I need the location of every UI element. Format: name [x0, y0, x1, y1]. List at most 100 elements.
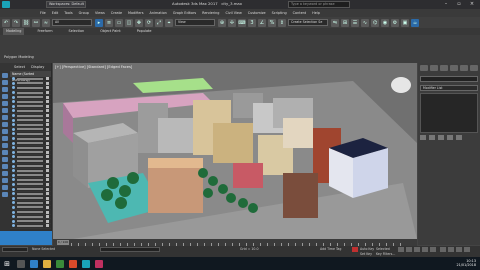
pan-icon[interactable]: [456, 247, 462, 252]
freeze-icon[interactable]: [46, 173, 49, 177]
freeze-icon[interactable]: [46, 155, 49, 159]
freeze-icon[interactable]: [46, 114, 49, 118]
filter-bones-icon[interactable]: [2, 129, 8, 134]
filter-helpers-icon[interactable]: [2, 101, 8, 106]
create-tab-icon[interactable]: [420, 65, 428, 71]
display-none-icon[interactable]: [2, 164, 8, 169]
freeze-icon[interactable]: [46, 137, 49, 141]
visibility-icon[interactable]: [12, 104, 15, 108]
pin-stack-icon[interactable]: [420, 135, 426, 140]
minimize-icon[interactable]: –: [440, 0, 452, 9]
freeze-icon[interactable]: [46, 146, 49, 150]
visibility-icon[interactable]: [12, 173, 15, 177]
visibility-icon[interactable]: [12, 141, 15, 145]
invert-display-icon[interactable]: [2, 171, 8, 176]
freeze-icon[interactable]: [46, 100, 49, 104]
workspace-dropdown[interactable]: Workspaces: Default: [46, 1, 86, 8]
select-manipulate-icon[interactable]: ✢: [228, 18, 236, 27]
visibility-icon[interactable]: [12, 146, 15, 150]
select-by-name-icon[interactable]: ≡: [105, 18, 113, 27]
visibility-icon[interactable]: [12, 155, 15, 159]
freeze-icon[interactable]: [46, 224, 49, 228]
spinner-snap-icon[interactable]: ⇕: [278, 18, 286, 27]
play-icon[interactable]: [414, 247, 420, 252]
menu-group[interactable]: Group: [79, 11, 89, 15]
visibility-icon[interactable]: [12, 215, 15, 219]
filter-lights-icon[interactable]: [2, 87, 8, 92]
search-input[interactable]: Type a keyword or phrase: [288, 1, 350, 8]
find-icon[interactable]: [2, 185, 8, 190]
snap-toggle-icon[interactable]: 3: [248, 18, 256, 27]
place-icon[interactable]: ⌖: [165, 18, 173, 27]
tab-populate[interactable]: Populate: [134, 28, 155, 35]
menu-file[interactable]: File: [40, 11, 46, 15]
align-icon[interactable]: ⊞: [341, 18, 349, 27]
scale-icon[interactable]: ⤢: [155, 18, 163, 27]
freeze-icon[interactable]: [46, 77, 49, 81]
menu-civil-view[interactable]: Civil View: [225, 11, 241, 15]
visibility-icon[interactable]: [12, 224, 15, 228]
visibility-icon[interactable]: [12, 164, 15, 168]
filter-spacewarps-icon[interactable]: [2, 108, 8, 113]
menu-help[interactable]: Help: [312, 11, 320, 15]
bind-spacewarp-icon[interactable]: ≈: [42, 18, 50, 27]
freeze-icon[interactable]: [46, 104, 49, 108]
freeze-icon[interactable]: [46, 109, 49, 113]
undo-icon[interactable]: ↶: [2, 18, 10, 27]
tab-selection[interactable]: Selection: [66, 28, 88, 35]
redo-icon[interactable]: ↷: [12, 18, 20, 27]
layers-icon[interactable]: [2, 192, 8, 197]
utilities-tab-icon[interactable]: [470, 65, 478, 71]
modifier-list-dropdown[interactable]: Modifier List: [420, 85, 478, 91]
filter-cameras-icon[interactable]: [2, 94, 8, 99]
visibility-icon[interactable]: [12, 109, 15, 113]
auto-key-button[interactable]: [352, 247, 358, 252]
polygon-modeling-button[interactable]: Polygon Modeling: [4, 55, 34, 59]
coordinate-fields[interactable]: [100, 247, 160, 252]
freeze-icon[interactable]: [46, 169, 49, 173]
make-unique-icon[interactable]: [438, 135, 444, 140]
list-item[interactable]: [10, 224, 51, 229]
unlink-icon[interactable]: ⚯: [32, 18, 40, 27]
filter-frozen-icon[interactable]: [2, 143, 8, 148]
freeze-icon[interactable]: [46, 210, 49, 214]
angle-snap-icon[interactable]: ∠: [258, 18, 266, 27]
visibility-icon[interactable]: [12, 127, 15, 131]
freeze-icon[interactable]: [46, 123, 49, 127]
menu-customize[interactable]: Customize: [248, 11, 266, 15]
layer-explorer-icon[interactable]: ☰: [351, 18, 359, 27]
windows-start-icon[interactable]: ⊞: [2, 259, 12, 269]
configure-sets-icon[interactable]: [456, 135, 462, 140]
visibility-icon[interactable]: [12, 114, 15, 118]
zoom-icon[interactable]: [440, 247, 446, 252]
move-icon[interactable]: ✥: [135, 18, 143, 27]
maxscript-listener-field[interactable]: [2, 247, 28, 252]
chrome-icon[interactable]: [69, 259, 77, 268]
filter-xrefs-icon[interactable]: [2, 122, 8, 127]
tab-modeling[interactable]: Modeling: [3, 28, 25, 35]
pivot-center-icon[interactable]: ⊕: [218, 18, 226, 27]
object-list[interactable]: Name (Sorted Ascending): [10, 71, 51, 231]
schematic-view-icon[interactable]: ⌬: [371, 18, 379, 27]
motion-tab-icon[interactable]: [450, 65, 458, 71]
previous-frame-icon[interactable]: [406, 247, 412, 252]
store-icon[interactable]: [56, 259, 64, 268]
window-crossing-icon[interactable]: ◫: [125, 18, 133, 27]
freeze-icon[interactable]: [46, 91, 49, 95]
mirror-icon[interactable]: ⇋: [331, 18, 339, 27]
visibility-icon[interactable]: [12, 219, 15, 223]
hierarchy-tab-icon[interactable]: [440, 65, 448, 71]
task-view-icon[interactable]: [17, 259, 25, 268]
maximize-viewport-icon[interactable]: [464, 247, 470, 252]
visibility-icon[interactable]: [12, 159, 15, 163]
percent-snap-icon[interactable]: %: [268, 18, 276, 27]
freeze-icon[interactable]: [46, 132, 49, 136]
modify-tab-icon[interactable]: [430, 65, 438, 71]
visibility-icon[interactable]: [12, 132, 15, 136]
visibility-icon[interactable]: [12, 91, 15, 95]
key-filters-button[interactable]: Key Filters...: [376, 252, 395, 256]
timeline[interactable]: 0 / 100: [53, 239, 417, 246]
viewport-label[interactable]: [+] [Perspective] [Standard] [Edged Face…: [55, 65, 132, 69]
visibility-icon[interactable]: [12, 192, 15, 196]
rotate-icon[interactable]: ⟳: [145, 18, 153, 27]
